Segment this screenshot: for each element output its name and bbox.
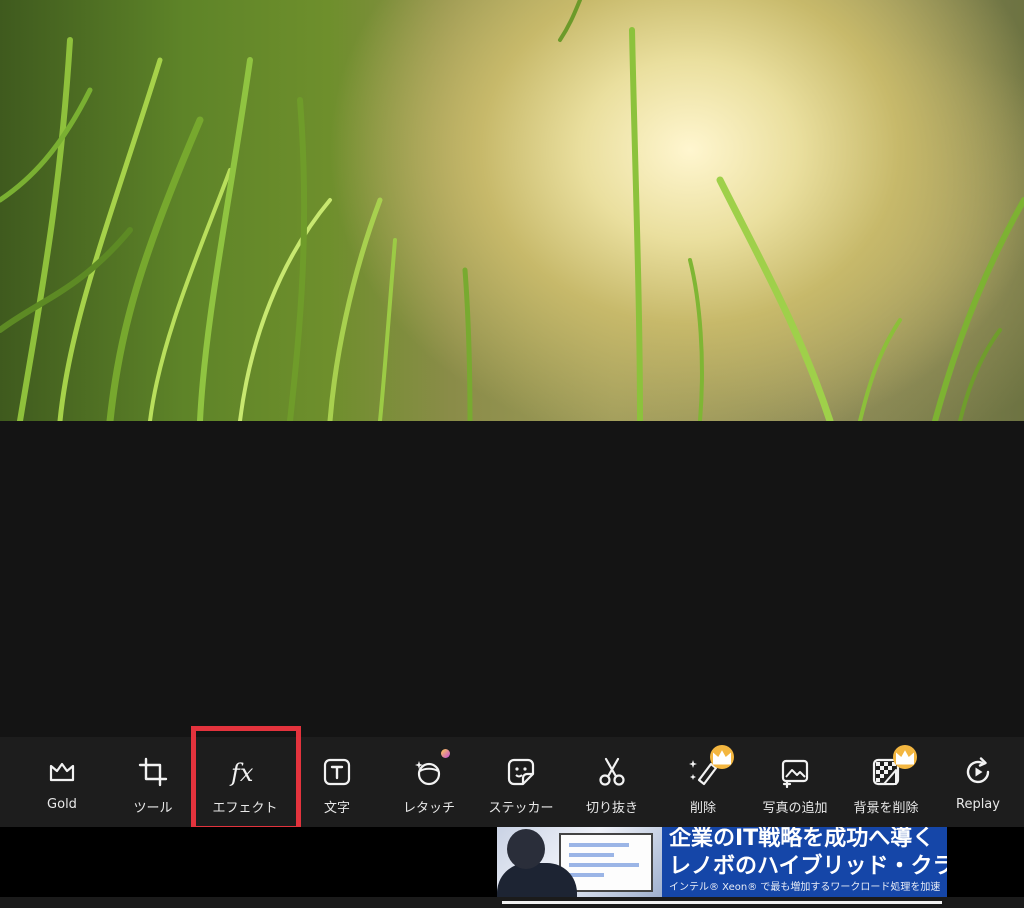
tool-cutout[interactable]: 切り抜き xyxy=(566,737,658,827)
premium-crown-icon xyxy=(893,745,917,769)
text-box-icon xyxy=(320,755,354,789)
tool-label: レタッチ xyxy=(402,801,455,816)
ad-text: 企業のIT戦略を成功へ導く レノボのハイブリッド・クラウ インテル® Xeon®… xyxy=(669,827,947,895)
tool-label: 背景を削除 xyxy=(853,801,919,816)
tool-label: Gold xyxy=(47,797,77,812)
ad-subtext: インテル® Xeon® で最も増加するワークロード処理を加速 xyxy=(669,882,941,893)
replay-icon xyxy=(961,755,995,789)
tool-tools[interactable]: ツール xyxy=(107,737,199,827)
tool-label: ステッカー xyxy=(488,801,554,816)
ad-bar: 企業のIT戦略を成功へ導く レノボのハイブリッド・クラウ インテル® Xeon®… xyxy=(0,827,1024,908)
tool-remove-background[interactable]: 背景を削除 xyxy=(840,737,932,827)
tool-label: ツール xyxy=(133,801,173,816)
scissors-icon xyxy=(595,755,629,789)
svg-text:fx: fx xyxy=(229,759,254,787)
crop-icon xyxy=(136,755,170,789)
tool-label: 削除 xyxy=(689,801,716,816)
bottom-strip xyxy=(0,897,1024,908)
fx-icon: fx xyxy=(228,755,262,789)
add-photo-icon xyxy=(778,755,812,789)
new-dot-icon xyxy=(441,749,450,758)
tool-label: Replay xyxy=(956,797,1000,812)
ad-person-head xyxy=(507,829,545,869)
grass-blades xyxy=(0,0,1024,421)
eraser-magic-icon xyxy=(686,745,734,789)
tool-gold[interactable]: Gold xyxy=(16,737,108,827)
ad-banner[interactable]: 企業のIT戦略を成功へ導く レノボのハイブリッド・クラウ インテル® Xeon®… xyxy=(497,827,947,897)
ad-headline-2: レノボのハイブリッド・クラウ xyxy=(669,854,947,879)
premium-crown-icon xyxy=(710,745,734,769)
tool-label: 文字 xyxy=(323,801,350,816)
sticker-icon xyxy=(504,755,538,789)
canvas-background xyxy=(0,421,1024,737)
ad-headline-1: 企業のIT戦略を成功へ導く xyxy=(669,827,935,851)
photo-preview xyxy=(0,0,1024,421)
tool-label: 写真の追加 xyxy=(762,801,828,816)
tool-effects[interactable]: fx エフェクト xyxy=(199,737,291,827)
remove-background-icon xyxy=(869,745,917,789)
ad-person-image xyxy=(497,863,577,897)
tool-add-photo[interactable]: 写真の追加 xyxy=(749,737,841,827)
tool-replay[interactable]: Replay xyxy=(932,737,1024,827)
tool-sticker[interactable]: ステッカー xyxy=(475,737,567,827)
tool-text[interactable]: 文字 xyxy=(291,737,383,827)
retouch-face-icon xyxy=(412,749,450,789)
home-indicator xyxy=(502,901,942,904)
tool-label: 切り抜き xyxy=(585,801,638,816)
crown-icon xyxy=(45,755,79,789)
tool-remove[interactable]: 削除 xyxy=(657,737,749,827)
tool-label: エフェクト xyxy=(212,801,278,816)
tool-retouch[interactable]: レタッチ xyxy=(383,737,475,827)
ad-photo xyxy=(497,827,662,897)
editor-toolbar: Gold ツール fx エフェクト 文字 レタッチ ステッカー 切り抜き 削除 … xyxy=(0,737,1024,827)
